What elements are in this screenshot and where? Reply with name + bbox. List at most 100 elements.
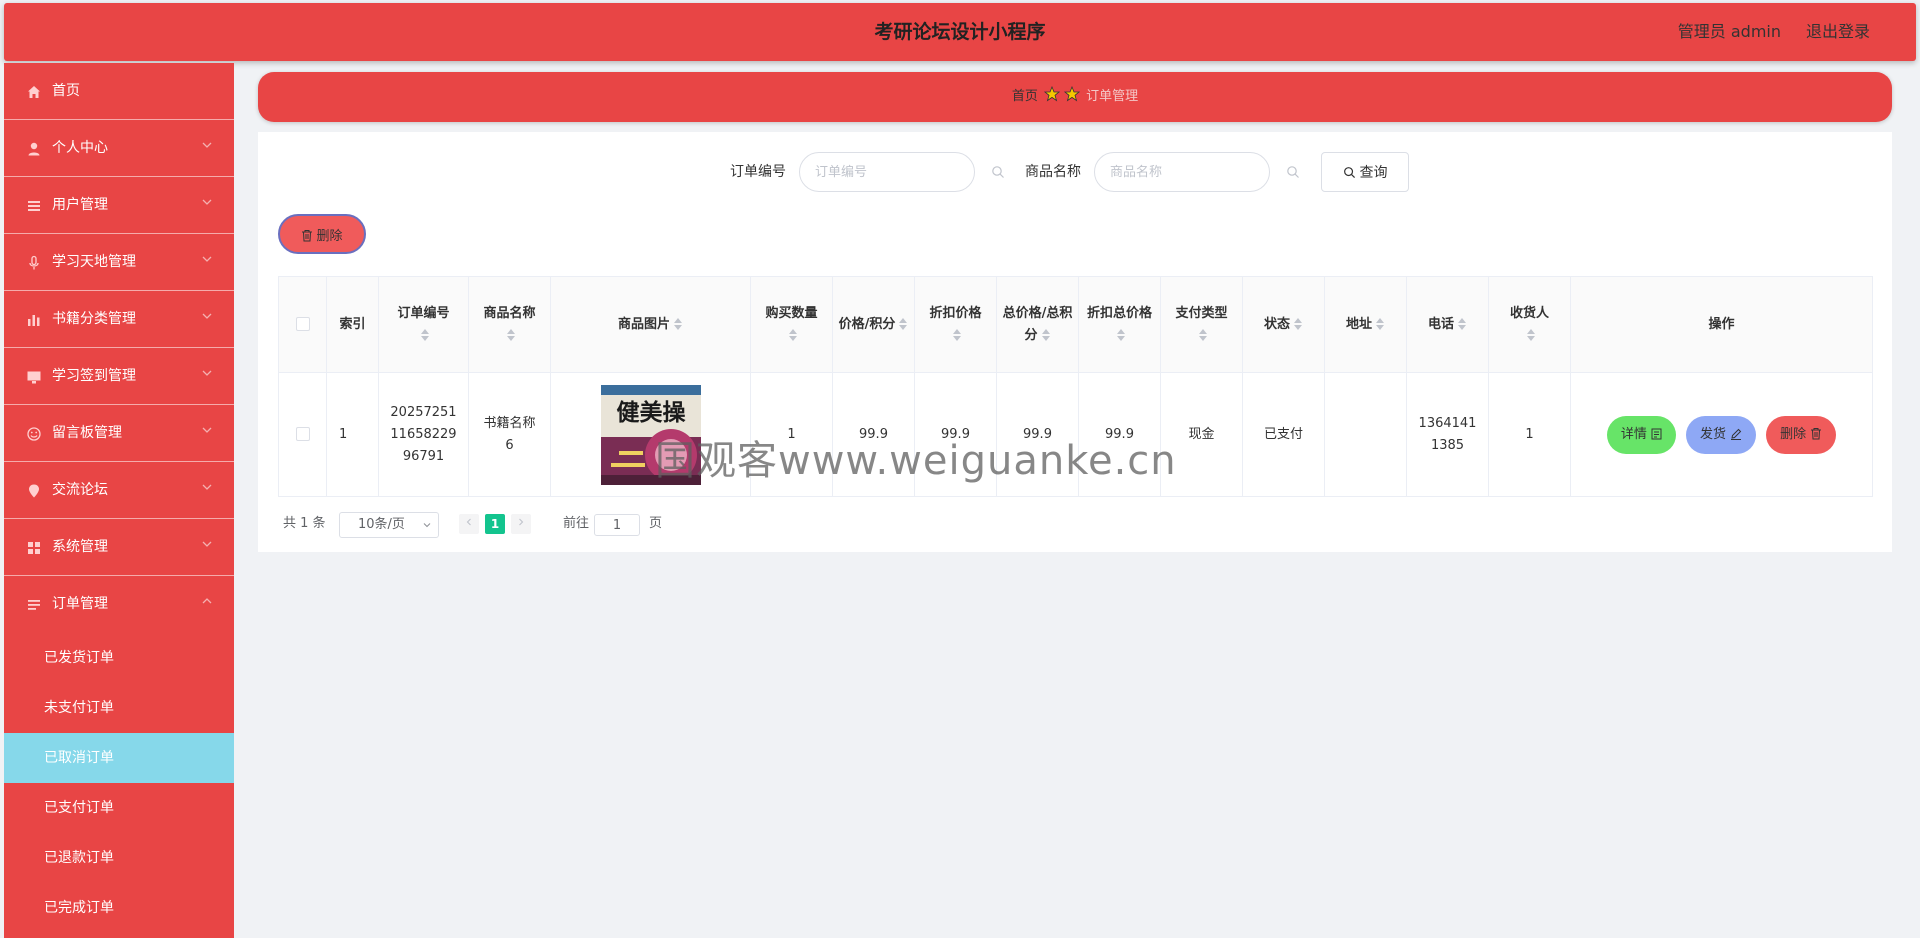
page-size-value: 10条/页: [358, 517, 405, 532]
row-delete-button[interactable]: 删除: [1766, 415, 1837, 454]
page-number-1[interactable]: 1: [485, 514, 505, 534]
column-header-label: 状态: [1263, 316, 1290, 332]
sort-icon[interactable]: [1041, 328, 1051, 342]
sidebar-item-user-management[interactable]: 用户管理: [4, 177, 234, 234]
cell-product-name-text: 书籍名称6: [483, 415, 536, 453]
prev-page-button[interactable]: [459, 514, 479, 534]
trash-icon: [1811, 427, 1822, 439]
sidebar-item-label: 首页: [52, 83, 80, 99]
edit-icon: [1731, 428, 1742, 440]
column-header[interactable]: 商品图片: [550, 276, 751, 373]
column-header[interactable]: 价格/积分: [832, 276, 915, 373]
sort-icon[interactable]: [673, 317, 683, 331]
chevron-down-icon: [423, 523, 431, 528]
order-no-label: 订单编号: [730, 164, 786, 180]
detail-button[interactable]: 详情: [1606, 415, 1676, 454]
column-header[interactable]: 折扣总价格: [1078, 276, 1161, 373]
sort-icon[interactable]: [1526, 328, 1536, 342]
batch-delete-button[interactable]: 删除: [278, 214, 366, 254]
ship-button[interactable]: 发货: [1685, 415, 1756, 454]
row-checkbox[interactable]: [295, 427, 310, 441]
sidebar-item-personal-center[interactable]: 个人中心: [4, 120, 234, 177]
order-no-input[interactable]: [799, 152, 975, 192]
page-size-select[interactable]: 10条/页: [339, 512, 439, 538]
cell-phone: 13641411385: [1406, 372, 1489, 497]
sort-icon[interactable]: [420, 328, 430, 342]
query-button-label: 查询: [1359, 164, 1388, 180]
sidebar-item-order-management[interactable]: 订单管理: [4, 576, 234, 633]
sidebar-item-label: 留言板管理: [52, 425, 122, 441]
sidebar-item-study-checkin[interactable]: 学习签到管理: [4, 348, 234, 405]
sort-icon[interactable]: [1116, 328, 1126, 342]
sort-icon[interactable]: [1293, 317, 1303, 331]
breadcrumb: 首页 订单管理: [258, 72, 1892, 122]
sort-icon[interactable]: [1198, 328, 1208, 342]
goto-page-input[interactable]: [594, 514, 640, 536]
sidebar-item-home[interactable]: 首页: [4, 63, 234, 120]
chevron-down-icon: [202, 313, 212, 319]
cell-phone-text: 13641411385: [1418, 415, 1477, 453]
column-header-label: 操作: [1708, 316, 1735, 332]
column-header[interactable]: 总价格/总积分: [996, 276, 1079, 373]
sort-icon[interactable]: [1457, 317, 1467, 331]
sidebar-item-label: 交流论坛: [52, 482, 108, 498]
sidebar-sub-unpaid-orders[interactable]: 未支付订单: [4, 683, 234, 733]
column-header-label: 折扣价格: [929, 305, 982, 321]
column-header-label: 商品图片: [617, 316, 670, 332]
search-icon: [1343, 167, 1355, 179]
sidebar-item-label: 学习签到管理: [52, 368, 136, 384]
column-header: 索引: [326, 276, 379, 373]
cell-address: [1324, 372, 1407, 497]
cell-actions: 详情 发货 删除: [1570, 372, 1873, 497]
sidebar-sub-completed-orders[interactable]: 已完成订单: [4, 883, 234, 933]
batch-delete-label: 删除: [316, 227, 343, 243]
column-header-label: 总价格/总积分: [1002, 305, 1073, 343]
bar-chart-icon: [28, 315, 40, 326]
pagination: 共 1 条 10条/页 1 前往 页: [283, 510, 703, 538]
breadcrumb-home[interactable]: 首页: [1012, 89, 1038, 104]
column-header[interactable]: 地址: [1324, 276, 1407, 373]
sidebar-item-study-world[interactable]: 学习天地管理: [4, 234, 234, 291]
next-page-button[interactable]: [511, 514, 531, 534]
chevron-left-icon: [466, 518, 471, 526]
search-icon: [992, 166, 1004, 178]
sort-icon[interactable]: [1375, 317, 1385, 331]
column-header[interactable]: 支付类型: [1160, 276, 1243, 373]
microphone-icon: [29, 255, 39, 270]
logout-link[interactable]: 退出登录: [1806, 3, 1870, 61]
column-header-label: 购买数量: [765, 305, 818, 321]
sidebar-item-forum[interactable]: 交流论坛: [4, 462, 234, 519]
column-header-label: 收货人: [1509, 305, 1549, 321]
trash-icon: [302, 229, 313, 241]
sidebar-sub-refunded-orders[interactable]: 已退款订单: [4, 833, 234, 883]
ship-button-label: 发货: [1699, 426, 1726, 442]
column-header[interactable]: 购买数量: [750, 276, 833, 373]
column-header[interactable]: 折扣价格: [914, 276, 997, 373]
book-cover-title: 健美操: [616, 399, 685, 426]
sort-icon[interactable]: [898, 317, 908, 331]
product-name-input[interactable]: [1094, 152, 1270, 192]
column-header[interactable]: 订单编号: [378, 276, 469, 373]
select-all-checkbox[interactable]: [295, 317, 310, 331]
sidebar-item-book-category[interactable]: 书籍分类管理: [4, 291, 234, 348]
sort-icon[interactable]: [506, 328, 516, 342]
query-button[interactable]: 查询: [1321, 152, 1409, 192]
sort-icon[interactable]: [788, 328, 798, 342]
chevron-down-icon: [202, 484, 212, 490]
sort-icon[interactable]: [952, 328, 962, 342]
column-header[interactable]: 状态: [1242, 276, 1325, 373]
sidebar-item-system[interactable]: 系统管理: [4, 519, 234, 576]
sidebar: 首页 个人中心 用户管理 学习天地管理 书籍分类管理 学习签到管理 留言板管理 …: [4, 63, 234, 938]
sidebar-sub-paid-orders[interactable]: 已支付订单: [4, 783, 234, 833]
column-header[interactable]: 电话: [1406, 276, 1489, 373]
pagination-total: 共 1 条: [283, 516, 326, 531]
column-header[interactable]: 商品名称: [468, 276, 551, 373]
column-header[interactable]: 收货人: [1488, 276, 1571, 373]
column-header-label: 订单编号: [397, 305, 450, 321]
sidebar-sub-shipped-orders[interactable]: 已发货订单: [4, 633, 234, 683]
home-icon: [28, 86, 40, 98]
user-icon: [28, 142, 40, 156]
sidebar-item-message-board[interactable]: 留言板管理: [4, 405, 234, 462]
row-delete-label: 删除: [1780, 426, 1807, 442]
sidebar-sub-cancelled-orders[interactable]: 已取消订单: [4, 733, 234, 783]
